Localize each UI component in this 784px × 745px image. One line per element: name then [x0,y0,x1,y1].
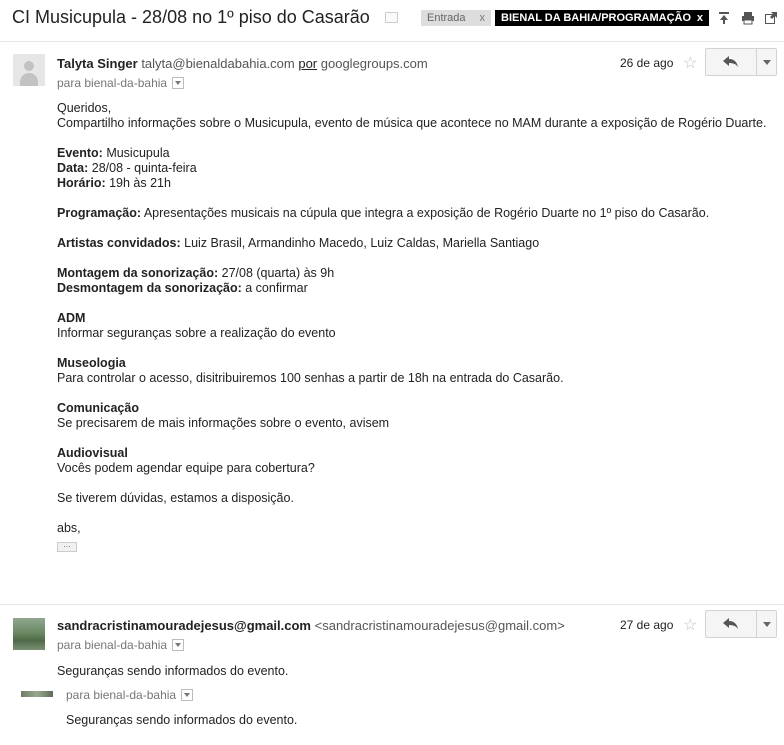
desmontagem-line: Desmontagem da sonorização: a confirmar [57,281,767,296]
recipients-line: para bienal-da-bahia [57,76,185,90]
avatar[interactable] [13,618,45,650]
message-date[interactable]: 26 de ago [620,56,673,70]
museologia-title: Museologia [57,356,126,370]
sender-name[interactable]: sandracristinamouradejesus@gmail.com [57,618,311,633]
quoted-avatar [21,691,53,697]
message-date[interactable]: 27 de ago [620,618,673,632]
new-window-icon[interactable] [764,11,778,25]
thread-subject: CI Musicupula - 28/08 no 1º piso do Casa… [12,7,370,27]
closing-text: Se tiverem dúvidas, estamos a disposição… [57,491,294,505]
horario-line: Horário: 19h às 21h [57,176,767,191]
programacao-line: Programação: Apresentações musicais na c… [57,206,767,221]
artistas-label: Artistas convidados: [57,236,181,250]
programacao-label: Programação: [57,206,142,220]
recipients-text: para bienal-da-bahia [57,638,168,652]
programacao-value: Apresentações musicais na cúpula que int… [141,206,710,220]
evento-label: Evento: [57,146,103,160]
desmontagem-label: Desmontagem da sonorização: [57,281,242,295]
intro-text: Compartilho informações sobre o Musicupu… [57,116,767,130]
greeting: Queridos, [57,101,112,115]
montagem-value: 27/08 (quarta) às 9h [218,266,335,280]
importance-marker-icon[interactable] [385,12,398,23]
signoff-text: abs, [57,521,81,535]
reply-button[interactable] [706,49,756,75]
comunicacao-text: Se precisarem de mais informações sobre … [57,416,390,430]
show-trimmed-content-button[interactable]: ... [57,540,77,552]
details-dropdown-icon[interactable] [172,638,185,651]
label-chip-inbox[interactable]: Entrada x [421,10,491,26]
body-text: Seguranças sendo informados do evento. [57,664,289,678]
sender-email: talyta@bienaldabahia.com [141,56,295,71]
artistas-line: Artistas convidados: Luiz Brasil, Armand… [57,236,767,251]
more-options-button[interactable] [756,49,777,75]
label-chip-text: BIENAL DA BAHIA/PROGRAMAÇÃO [501,12,692,24]
sender-line: sandracristinamouradejesus@gmail.com <sa… [57,618,565,633]
sender-line: Talyta Singer talyta@bienaldabahia.com p… [57,56,428,71]
adm-title: ADM [57,311,86,325]
message-body: Seguranças sendo informados do evento. [57,664,767,679]
quoted-body-text: Seguranças sendo informados do evento. [66,713,298,727]
via-link[interactable]: por [298,56,317,71]
message-2: sandracristinamouradejesus@gmail.com <sa… [0,604,784,745]
horario-label: Horário: [57,176,106,190]
expand-all-icon[interactable] [717,11,731,25]
details-dropdown-icon[interactable] [172,76,185,89]
montagem-line: Montagem da sonorização: 27/08 (quarta) … [57,266,767,281]
print-icon[interactable] [741,11,755,25]
data-value: 28/08 - quinta-feira [88,161,197,175]
artistas-value: Luiz Brasil, Armandinho Macedo, Luiz Cal… [180,236,540,250]
reply-button-group [705,610,777,638]
label-remove-button[interactable]: x [480,10,486,26]
quoted-recipients-line: para bienal-da-bahia [66,688,194,702]
label-chip-bienal[interactable]: BIENAL DA BAHIA/PROGRAMAÇÃO x [495,10,709,26]
desmontagem-value: a confirmar [241,281,308,295]
avatar[interactable] [13,54,45,86]
horario-value: 19h às 21h [105,176,171,190]
data-line: Data: 28/08 - quinta-feira [57,161,767,176]
via-domain: googlegroups.com [320,56,428,71]
label-remove-button[interactable]: x [697,10,703,26]
adm-text: Informar seguranças sobre a realização d… [57,326,336,340]
thread-header: CI Musicupula - 28/08 no 1º piso do Casa… [0,0,784,38]
star-icon[interactable]: ☆ [683,615,697,635]
label-chip-text: Entrada [427,12,466,24]
star-icon[interactable]: ☆ [683,53,697,73]
audiovisual-title: Audiovisual [57,446,128,460]
comunicacao-title: Comunicação [57,401,139,415]
sender-name[interactable]: Talyta Singer [57,56,138,71]
more-options-button[interactable] [756,611,777,637]
museologia-text: Para controlar o acesso, disitribuiremos… [57,371,564,385]
reply-button-group [705,48,777,76]
details-dropdown-icon[interactable] [181,688,194,701]
quoted-recipients-text: para bienal-da-bahia [66,688,177,702]
evento-value: Musicupula [102,146,170,160]
message-body: Queridos, Compartilho informações sobre … [57,101,767,552]
message-1: Talyta Singer talyta@bienaldabahia.com p… [0,42,784,602]
data-label: Data: [57,161,89,175]
evento-line: Evento: Musicupula [57,146,767,161]
recipients-line: para bienal-da-bahia [57,638,185,652]
montagem-label: Montagem da sonorização: [57,266,219,280]
recipients-text: para bienal-da-bahia [57,76,168,90]
sender-email: <sandracristinamouradejesus@gmail.com> [314,618,565,633]
audiovisual-text: Vocês podem agendar equipe para cobertur… [57,461,315,475]
reply-button[interactable] [706,611,756,637]
